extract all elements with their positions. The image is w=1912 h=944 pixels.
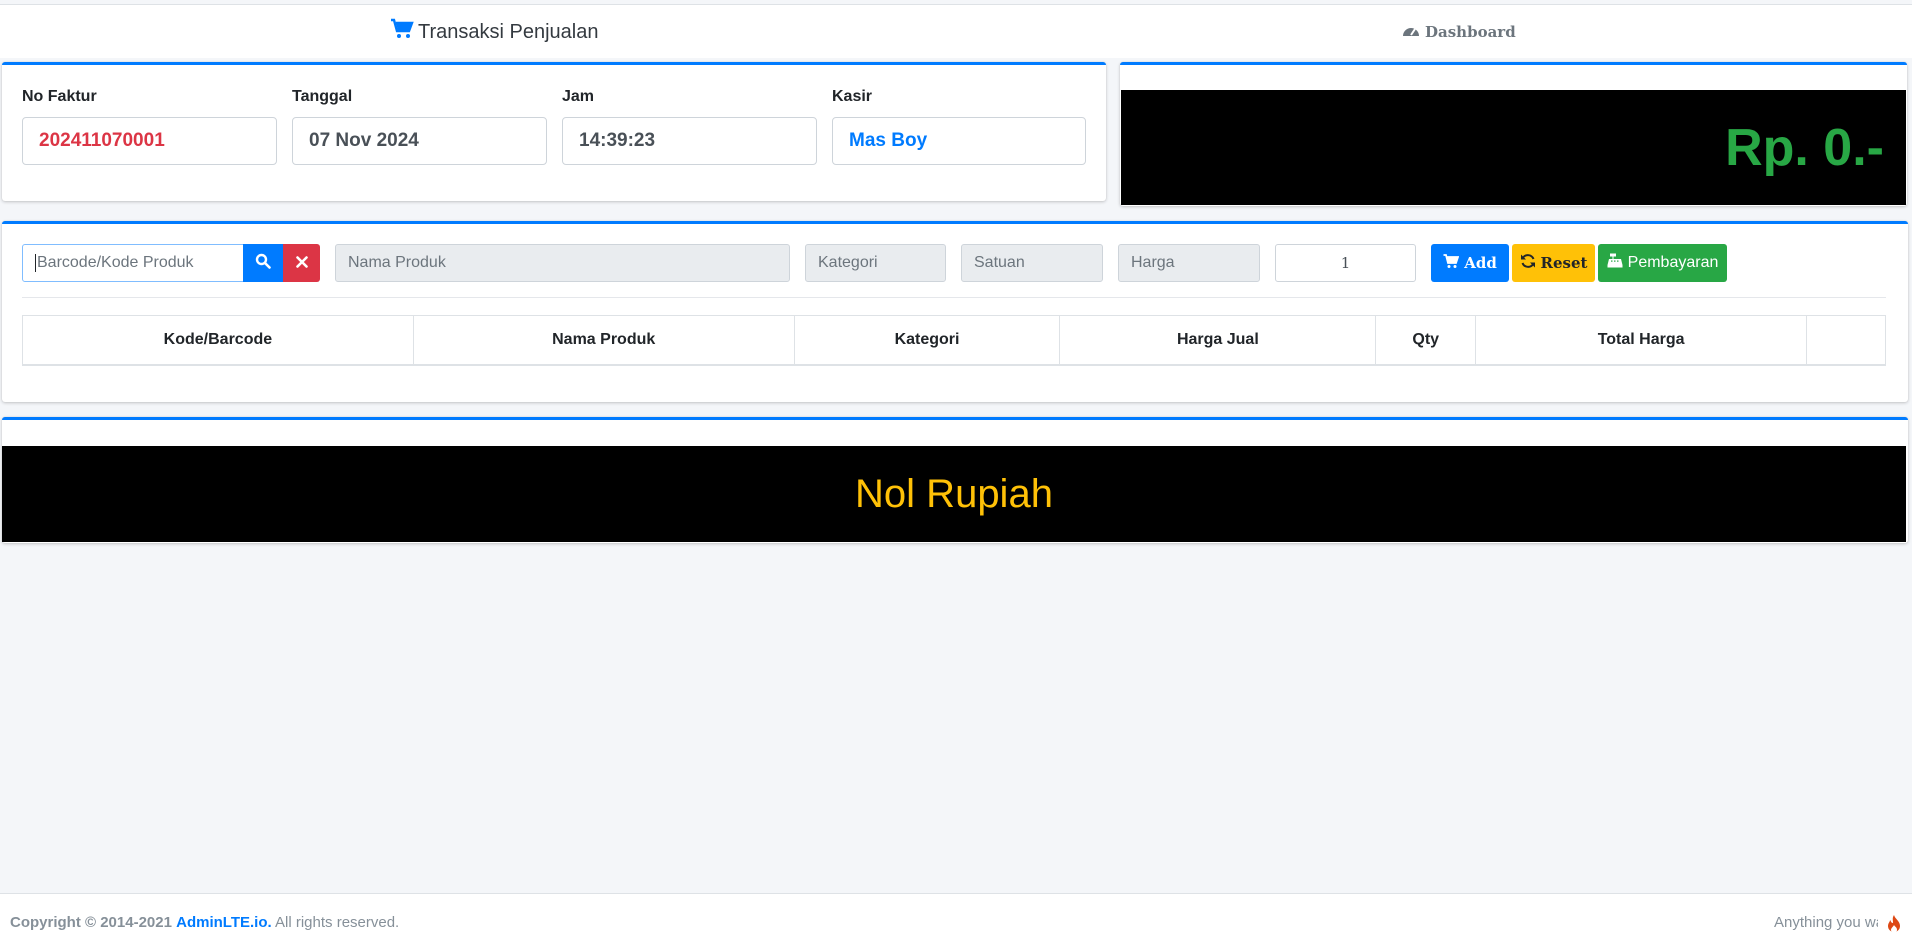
footer: Copyright © 2014-2021 AdminLTE.io. All r… <box>0 893 1912 944</box>
cart-plus-icon <box>1443 253 1460 273</box>
cart-icon <box>390 18 414 46</box>
no-faktur-label: No Faktur <box>22 88 97 105</box>
footer-right-text: Anything you wa <box>1774 914 1885 931</box>
add-label: Add <box>1464 254 1497 272</box>
jam-label: Jam <box>562 88 595 105</box>
adminlte-link[interactable]: AdminLTE.io. <box>176 914 272 931</box>
top-navbar: Transaksi Penjualan Dashboard <box>0 4 1912 58</box>
nav-transaksi-label: Transaksi Penjualan <box>418 20 599 43</box>
no-faktur-value: 202411070001 <box>39 130 165 151</box>
nav-dashboard-label: Dashboard <box>1425 23 1516 41</box>
nav-transaksi-penjualan[interactable]: Transaksi Penjualan <box>390 5 598 59</box>
harga-placeholder: Harga <box>1131 254 1175 271</box>
col-total-harga: Total Harga <box>1475 315 1807 366</box>
grand-total-value: Rp. 0.- <box>1725 118 1884 177</box>
debug-toolbar-toggle[interactable] <box>1878 908 1910 944</box>
entry-divider <box>22 297 1886 298</box>
no-faktur-field: 202411070001 <box>22 117 277 165</box>
footer-copyright: Copyright © 2014-2021 AdminLTE.io. All r… <box>10 914 399 931</box>
terbilang-value: Nol Rupiah <box>855 471 1053 516</box>
nav-dashboard[interactable]: Dashboard <box>1402 5 1516 59</box>
barcode-placeholder: Barcode/Kode Produk <box>37 254 194 271</box>
rights-text: All rights reserved. <box>275 914 400 931</box>
col-kategori: Kategori <box>793 315 1061 366</box>
search-button[interactable] <box>243 244 283 282</box>
col-nama-produk: Nama Produk <box>412 315 795 366</box>
cart-table-header-row: Kode/Barcode Nama Produk Kategori Harga … <box>22 315 1886 366</box>
pembayaran-button[interactable]: Pembayaran <box>1598 244 1727 282</box>
kasir-value: Mas Boy <box>849 130 928 151</box>
search-icon <box>255 253 271 273</box>
col-harga-jual: Harga Jual <box>1059 315 1377 366</box>
terbilang-display: Nol Rupiah <box>2 446 1906 542</box>
harga-input[interactable]: Harga <box>1118 244 1260 282</box>
kasir-label: Kasir <box>832 88 873 105</box>
close-icon <box>295 254 308 272</box>
sync-icon <box>1520 253 1536 273</box>
nama-produk-input[interactable]: Nama Produk <box>335 244 790 282</box>
kategori-placeholder: Kategori <box>818 254 878 271</box>
tanggal-field: 07 Nov 2024 <box>292 117 547 165</box>
copyright-text: Copyright © 2014-2021 <box>10 914 172 931</box>
qty-input[interactable]: 1 <box>1275 244 1416 282</box>
reset-button[interactable]: Reset <box>1512 244 1595 282</box>
clear-barcode-button[interactable] <box>283 244 320 282</box>
cash-register-icon <box>1607 253 1623 273</box>
pembayaran-label: Pembayaran <box>1627 254 1719 271</box>
barcode-input[interactable]: Barcode/Kode Produk <box>22 244 244 282</box>
satuan-placeholder: Satuan <box>974 254 1025 271</box>
jam-field: 14:39:23 <box>562 117 817 165</box>
nama-produk-placeholder: Nama Produk <box>348 254 446 271</box>
reset-label: Reset <box>1540 254 1588 272</box>
col-kode-barcode: Kode/Barcode <box>22 315 414 366</box>
grand-total-display: Rp. 0.- <box>1121 90 1906 205</box>
satuan-input[interactable]: Satuan <box>961 244 1103 282</box>
jam-value: 14:39:23 <box>579 130 656 151</box>
tanggal-value: 07 Nov 2024 <box>309 130 419 151</box>
kasir-field: Mas Boy <box>832 117 1086 165</box>
col-action <box>1806 315 1886 366</box>
qty-value: 1 <box>1340 254 1351 272</box>
tanggal-label: Tanggal <box>292 88 353 105</box>
flame-icon <box>1886 914 1902 939</box>
col-qty: Qty <box>1375 315 1477 366</box>
add-button[interactable]: Add <box>1431 244 1509 282</box>
dashboard-gauge-icon <box>1402 23 1420 41</box>
kategori-input[interactable]: Kategori <box>805 244 946 282</box>
cart-table: Kode/Barcode Nama Produk Kategori Harga … <box>22 315 1886 366</box>
